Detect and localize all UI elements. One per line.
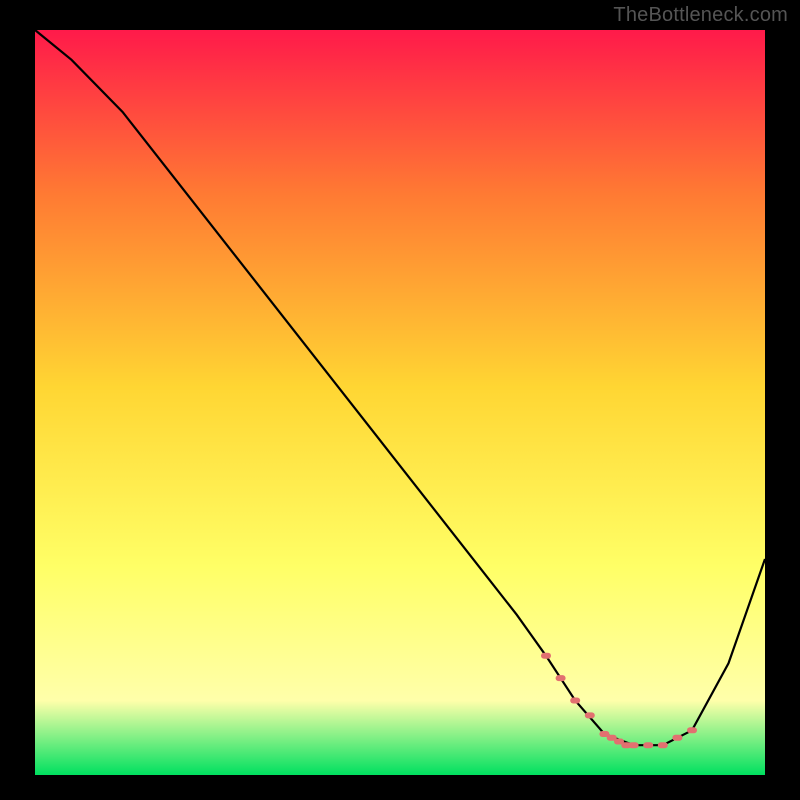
highlight-marker	[629, 742, 639, 748]
watermark-text: TheBottleneck.com	[613, 4, 788, 27]
highlight-marker	[687, 727, 697, 733]
bottleneck-chart	[0, 0, 800, 800]
highlight-marker	[585, 712, 595, 718]
chart-container	[0, 0, 800, 800]
highlight-marker	[658, 742, 668, 748]
highlight-marker	[556, 675, 566, 681]
highlight-marker	[541, 653, 551, 659]
plot-gradient-area	[35, 30, 765, 775]
highlight-marker	[643, 742, 653, 748]
highlight-marker	[672, 735, 682, 741]
highlight-marker	[570, 698, 580, 704]
